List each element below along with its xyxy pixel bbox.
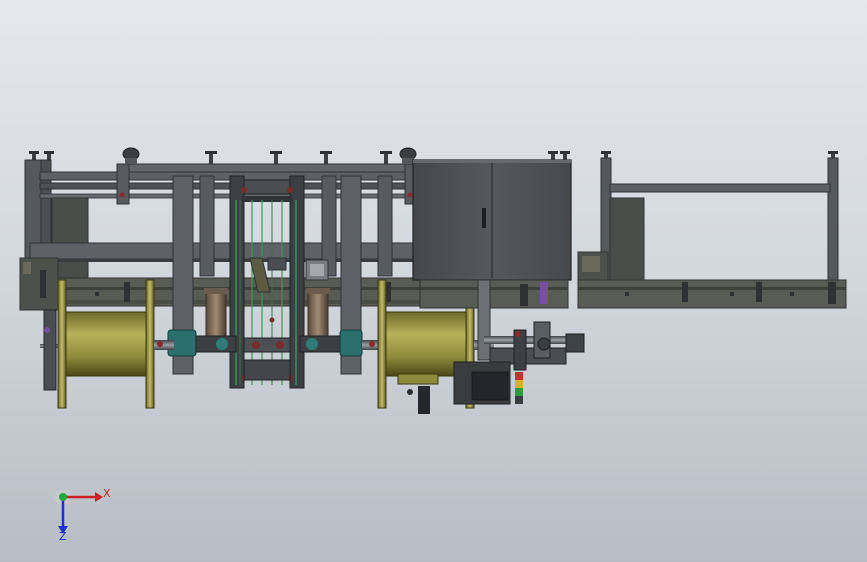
coordinate-triad <box>55 489 103 534</box>
leveling-foot <box>320 151 332 164</box>
leveling-foot <box>560 151 570 160</box>
leveling-foot <box>380 151 392 164</box>
leveling-foot <box>205 151 217 164</box>
secondary-frame <box>577 151 847 309</box>
guide-bracket <box>305 259 329 281</box>
leveling-foot <box>548 151 558 160</box>
axis-x-label: X <box>103 487 111 500</box>
leveling-foot <box>270 151 282 164</box>
cad-viewport[interactable]: X Z <box>0 0 867 562</box>
electrical-cabinet <box>412 159 572 281</box>
signal-tower <box>515 372 523 404</box>
center-gearbox <box>243 337 291 381</box>
axis-z-label: Z <box>59 530 67 543</box>
caster-wheel <box>122 147 140 164</box>
guide-column-assembly <box>229 175 305 389</box>
y-axis-marker <box>59 493 67 501</box>
cabinet-handle-icon <box>482 208 486 228</box>
